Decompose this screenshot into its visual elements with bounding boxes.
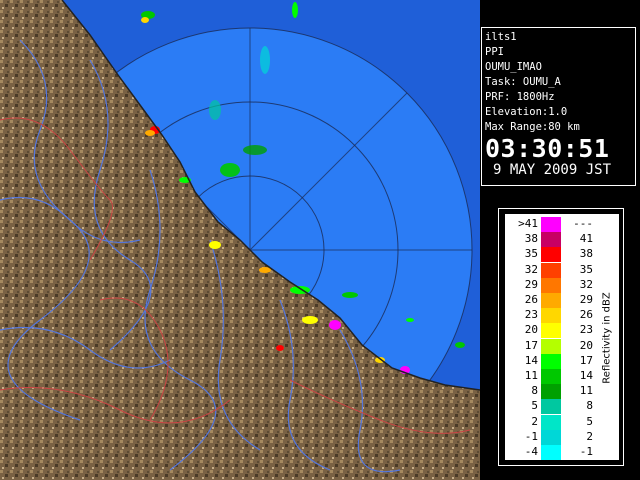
site-name: OUMU_IMAO	[485, 61, 542, 73]
legend-color-swatch	[541, 323, 561, 339]
legend-color-swatch	[541, 414, 561, 430]
legend-high-value: 41	[579, 232, 593, 246]
legend-low-value: 17	[524, 338, 538, 352]
product-type: PPI	[485, 46, 504, 58]
legend-row: 58	[506, 398, 596, 415]
legend-high-value: 11	[579, 384, 593, 398]
legend-low-value: 11	[524, 369, 538, 382]
legend-color-swatch	[541, 247, 561, 263]
legend-high-value: ---	[573, 217, 593, 230]
legend-row: 23 26	[506, 307, 596, 324]
legend-color-swatch	[541, 217, 561, 232]
max-range-value: Max Range:80 km	[485, 121, 580, 133]
legend-low-value: >41	[518, 217, 538, 230]
radar-id: ilts1	[485, 31, 517, 43]
legend-row: 38 41	[506, 231, 596, 248]
legend-color-swatch	[541, 308, 561, 324]
legend-low-value: 20	[524, 323, 538, 337]
legend-low-value: -4	[524, 445, 538, 458]
prf-value: PRF: 1800Hz	[485, 91, 555, 103]
legend-color-swatch	[541, 353, 561, 369]
legend-high-value: 26	[579, 308, 593, 322]
legend-low-value: 14	[524, 353, 538, 367]
legend-unit-label-container: Reflectivity in dBZ	[596, 215, 618, 461]
reflectivity-legend: >41 --- 38 41 35 38 32 35 29 32 26 29 23 26 20 23 17 20 14…	[505, 214, 619, 460]
legend-row: >41 ---	[506, 216, 596, 232]
legend-high-value: -1	[579, 445, 593, 458]
legend-row: 35 38	[506, 246, 596, 263]
legend-unit-label: Reflectivity in dBZ	[601, 292, 613, 384]
legend-row: 17 20	[506, 338, 596, 354]
task-name: Task: OUMU_A	[485, 76, 561, 88]
legend-high-value: 20	[579, 338, 593, 352]
legend-high-value: 8	[586, 399, 593, 413]
legend-high-value: 32	[579, 277, 593, 291]
legend-color-swatch	[541, 369, 561, 384]
legend-color-swatch	[541, 293, 561, 308]
legend-high-value: 14	[579, 369, 593, 382]
legend-color-swatch	[541, 384, 561, 400]
legend-color-swatch	[541, 277, 561, 293]
legend-low-value: 26	[524, 293, 538, 306]
legend-low-value: 2	[531, 414, 538, 428]
legend-row: 25	[506, 414, 596, 430]
legend-row: 29 32	[506, 277, 596, 293]
legend-high-value: 5	[586, 414, 593, 428]
legend-color-swatch	[541, 338, 561, 354]
legend-row: 20 23	[506, 322, 596, 339]
legend-row: -4 -1	[506, 444, 596, 460]
legend-row: 26 29	[506, 292, 596, 308]
legend-low-value: 5	[531, 399, 538, 413]
legend-row: -1 2	[506, 429, 596, 445]
legend-color-swatch	[541, 262, 561, 278]
elevation-value: Elevation:1.0	[485, 106, 568, 118]
legend-color-swatch	[541, 445, 561, 460]
legend-low-value: 38	[524, 232, 538, 246]
legend-high-value: 35	[579, 262, 593, 276]
legend-high-value: 38	[579, 247, 593, 261]
legend-row: 32 35	[506, 262, 596, 278]
legend-low-value: 32	[524, 262, 538, 276]
legend-row: 8 11	[506, 383, 596, 400]
scan-time: 03:30:51	[485, 134, 610, 163]
legend-low-value: 29	[524, 277, 538, 291]
legend-low-value: 23	[524, 308, 538, 322]
legend-high-value: 29	[579, 293, 593, 306]
legend-high-value: 23	[579, 323, 593, 337]
legend-row: 14 17	[506, 353, 596, 369]
legend-color-swatch	[541, 429, 561, 445]
legend-high-value: 2	[586, 429, 593, 443]
legend-row: 11 14	[506, 368, 596, 384]
legend-color-swatch	[541, 399, 561, 415]
legend-color-swatch	[541, 232, 561, 248]
radar-info-panel: ilts1 PPI OUMU_IMAO Task: OUMU_A PRF: 18…	[481, 27, 636, 186]
legend-low-value: 8	[531, 384, 538, 398]
scan-date: 9 MAY 2009 JST	[493, 162, 612, 178]
legend-low-value: -1	[524, 429, 538, 443]
legend-low-value: 35	[524, 247, 538, 261]
legend-high-value: 17	[579, 353, 593, 367]
